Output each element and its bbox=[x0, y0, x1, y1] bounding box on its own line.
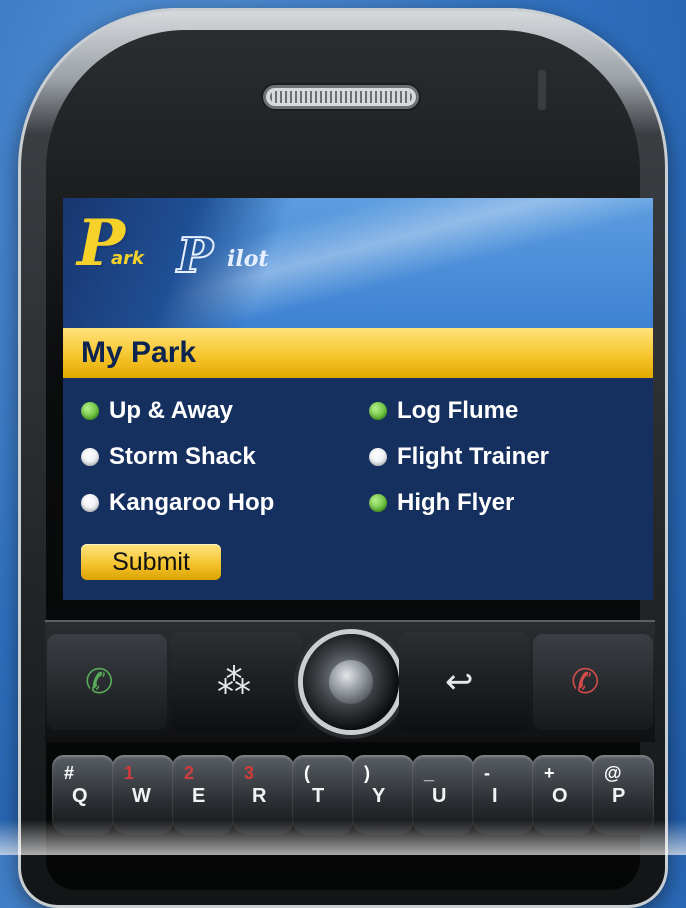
key-main-label: U bbox=[432, 785, 447, 807]
ride-label: High Flyer bbox=[397, 489, 515, 516]
ride-item[interactable]: Up & Away bbox=[81, 396, 233, 426]
key-main-label: W bbox=[132, 785, 151, 807]
logo-word-pilot: ilot bbox=[227, 246, 269, 272]
status-off-icon bbox=[369, 448, 387, 466]
key-alt-label: ( bbox=[304, 763, 310, 783]
parkpilot-logo: P ark P ilot bbox=[77, 206, 317, 316]
back-arrow-icon: ↩ bbox=[445, 663, 474, 701]
status-off-icon bbox=[81, 494, 99, 512]
status-off-icon bbox=[81, 448, 99, 466]
ride-item[interactable]: Log Flume bbox=[369, 396, 518, 426]
ride-item[interactable]: Kangaroo Hop bbox=[81, 488, 274, 518]
key-alt-label: + bbox=[544, 763, 555, 783]
page-title: My Park bbox=[81, 336, 197, 369]
logo-letter-p: P bbox=[77, 206, 126, 281]
back-button[interactable]: ↩ bbox=[399, 632, 529, 732]
key-main-label: R bbox=[252, 785, 267, 807]
ride-item[interactable]: High Flyer bbox=[369, 488, 514, 518]
key-alt-label: ) bbox=[364, 763, 370, 783]
trackball-center bbox=[329, 660, 373, 704]
ride-item[interactable]: Flight Trainer bbox=[369, 442, 549, 472]
call-button[interactable]: ✆ bbox=[47, 634, 167, 730]
phone-green-icon: ✆ bbox=[85, 663, 114, 701]
status-on-icon bbox=[369, 494, 387, 512]
speaker-grille bbox=[270, 91, 412, 103]
status-on-icon bbox=[81, 402, 99, 420]
end-call-button[interactable]: ✆ bbox=[533, 634, 653, 730]
logo-word-park: ark bbox=[111, 248, 144, 269]
key-main-label: I bbox=[492, 785, 498, 807]
key-alt-label: @ bbox=[604, 763, 622, 783]
phone-screen: P ark P ilot My Park Up & Away Log Flume… bbox=[63, 198, 653, 600]
page-title-bar: My Park bbox=[63, 328, 653, 378]
app-banner: P ark P ilot bbox=[63, 198, 653, 328]
navigation-key-row: ✆ ⁂ ↩ ✆ bbox=[45, 620, 655, 742]
trackball[interactable] bbox=[303, 634, 399, 730]
bottom-fade bbox=[0, 820, 686, 855]
blackberry-logo-icon: ⁂ bbox=[217, 663, 251, 701]
submit-button[interactable]: Submit bbox=[81, 544, 221, 580]
ride-label: Up & Away bbox=[109, 397, 234, 424]
key-main-label: O bbox=[552, 785, 568, 807]
key-main-label: T bbox=[312, 785, 325, 807]
key-main-label: E bbox=[192, 785, 206, 807]
key-alt-label: 1 bbox=[124, 763, 135, 783]
key-main-label: Q bbox=[72, 785, 88, 807]
key-alt-label: 3 bbox=[244, 763, 255, 783]
status-on-icon bbox=[369, 402, 387, 420]
key-alt-label: 2 bbox=[184, 763, 195, 783]
key-alt-label: _ bbox=[424, 763, 435, 783]
menu-button[interactable]: ⁂ bbox=[171, 632, 301, 732]
ride-item[interactable]: Storm Shack bbox=[81, 442, 256, 472]
key-main-label: P bbox=[612, 785, 626, 807]
ride-label: Log Flume bbox=[397, 397, 519, 424]
ride-label: Flight Trainer bbox=[397, 443, 550, 470]
ride-label: Storm Shack bbox=[109, 443, 256, 470]
key-alt-label: - bbox=[484, 763, 490, 783]
phone-red-icon: ✆ bbox=[571, 663, 600, 701]
ride-label: Kangaroo Hop bbox=[109, 489, 275, 516]
key-alt-label: # bbox=[64, 763, 75, 783]
logo-letter-p-outline: P bbox=[176, 227, 214, 285]
key-main-label: Y bbox=[372, 785, 386, 807]
sensor-notch bbox=[538, 70, 546, 110]
